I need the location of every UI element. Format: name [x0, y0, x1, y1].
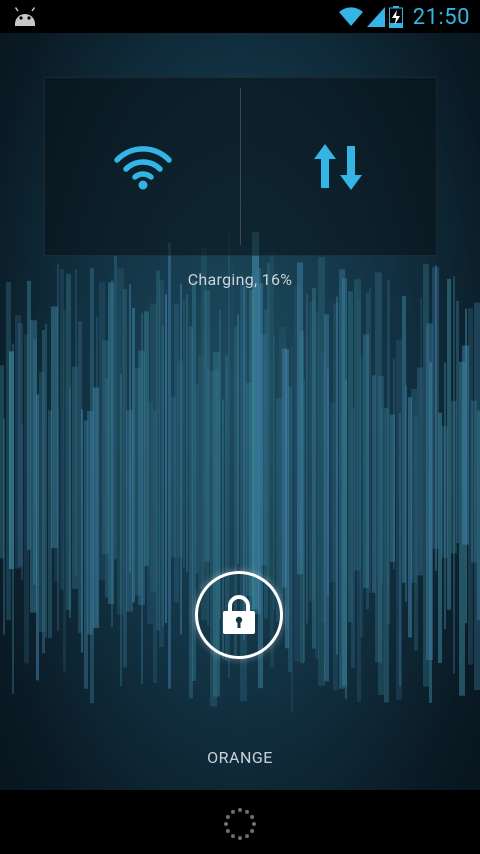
- data-arrows-icon: [314, 143, 363, 190]
- wallpaper-bar: [369, 287, 371, 593]
- wallpaper-bar: [405, 385, 407, 602]
- wallpaper-bar: [420, 297, 422, 570]
- wallpaper-bar: [69, 387, 71, 618]
- wallpaper-bar: [45, 323, 47, 638]
- padlock-icon: [223, 595, 255, 634]
- wallpaper-bar: [399, 413, 401, 687]
- wallpaper-bar: [360, 355, 363, 638]
- wallpaper-bar: [114, 255, 117, 560]
- wallpaper-bar: [141, 312, 143, 684]
- lockscreen: 21:50 Charging, 16% ORANGE: [0, 0, 480, 854]
- wallpaper-bar: [327, 368, 329, 597]
- wallpaper-bar: [465, 308, 467, 624]
- wallpaper-bar: [303, 379, 305, 662]
- loading-dot: [245, 809, 249, 814]
- wallpaper-bar: [132, 307, 135, 603]
- wallpaper-bar: [267, 262, 270, 582]
- wallpaper-bar: [219, 309, 221, 620]
- wallpaper-bar: [273, 335, 275, 610]
- wallpaper-bar: [42, 329, 45, 654]
- wallpaper-bar: [387, 279, 390, 625]
- wallpaper-bar: [81, 409, 83, 653]
- wallpaper-bar: [381, 402, 383, 584]
- wallpaper-bar: [162, 325, 164, 627]
- wallpaper-bar: [129, 284, 131, 573]
- wallpaper-bar: [120, 373, 122, 687]
- wallpaper-bar: [3, 418, 5, 635]
- wallpaper-bar: [186, 294, 188, 572]
- clock-time: 21:50: [412, 4, 470, 30]
- wallpaper-bar: [453, 276, 455, 674]
- loading-dot: [238, 808, 242, 812]
- wallpaper-bar: [393, 359, 395, 570]
- wallpaper-bar: [183, 299, 185, 569]
- wallpaper-bar: [75, 269, 77, 577]
- wallpaper-bar: [429, 362, 432, 703]
- wallpaper-bar: [291, 346, 293, 713]
- loading-dot: [225, 829, 230, 833]
- wallpaper-bar: [36, 394, 39, 681]
- charging-status: Charging, 16%: [187, 270, 293, 289]
- carrier-label: ORANGE: [207, 748, 273, 767]
- wallpaper-bar: [57, 264, 59, 631]
- battery-charging-icon: [388, 6, 403, 28]
- wallpaper-bar: [180, 283, 182, 635]
- loading-dots-icon: [224, 808, 256, 840]
- wallpaper-bar: [336, 296, 338, 655]
- wallpaper-bar: [168, 242, 171, 689]
- data-toggle[interactable]: [241, 78, 437, 255]
- cell-signal-icon: [366, 7, 385, 27]
- wallpaper-bar: [96, 316, 98, 623]
- android-notification-icon: [14, 7, 36, 26]
- loading-dot: [245, 834, 249, 839]
- wifi-toggle[interactable]: [45, 78, 241, 255]
- wallpaper-bar: [435, 265, 437, 572]
- loading-dot: [225, 815, 230, 819]
- wallpaper-bar: [165, 294, 167, 623]
- wallpaper-bar: [366, 292, 369, 610]
- wallpaper-bar: [111, 279, 113, 627]
- wallpaper-bar: [105, 378, 108, 598]
- power-control-widget: [44, 77, 437, 256]
- wallpaper-bar: [231, 262, 233, 607]
- loading-dot: [250, 815, 255, 819]
- loading-dot: [231, 834, 235, 839]
- wifi-icon: [114, 145, 172, 189]
- wifi-signal-icon: [338, 7, 363, 27]
- wallpaper-bar: [12, 343, 14, 694]
- wallpaper-bar: [444, 362, 446, 629]
- wallpaper-bar: [21, 423, 23, 580]
- wallpaper-bar: [345, 379, 347, 700]
- wallpaper-bar: [306, 293, 308, 624]
- unlock-handle[interactable]: [195, 571, 283, 659]
- wallpaper-bar: [237, 314, 239, 565]
- loading-dot: [238, 836, 242, 840]
- loading-dot: [250, 829, 255, 833]
- wallpaper-bar: [456, 300, 459, 544]
- loading-dot: [224, 822, 228, 826]
- status-bar: 21:50: [0, 0, 480, 33]
- loading-dot: [252, 822, 256, 826]
- loading-dot: [231, 809, 235, 814]
- wallpaper-bar: [63, 309, 66, 672]
